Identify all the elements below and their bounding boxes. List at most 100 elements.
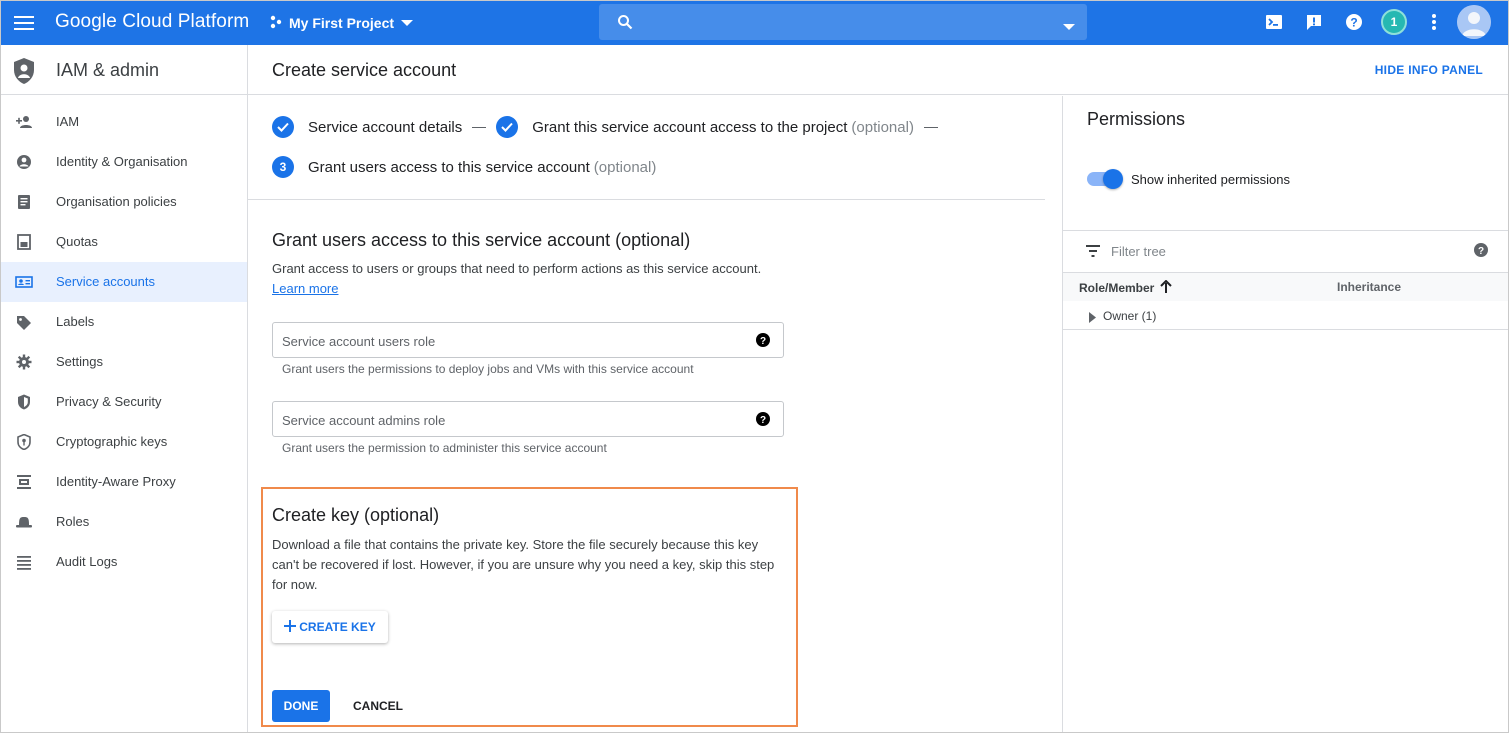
sidebar-item-label: Service accounts bbox=[56, 274, 155, 289]
chevron-down-icon bbox=[400, 15, 414, 31]
step-3-number: 3 bbox=[272, 156, 294, 178]
app-window: Google Cloud Platform My First Project ?… bbox=[0, 0, 1509, 733]
svg-text:?: ? bbox=[1350, 16, 1357, 30]
sidebar-item-settings[interactable]: Settings bbox=[1, 342, 247, 382]
main-content: Service account details Grant this servi… bbox=[248, 96, 1062, 732]
filter-icon bbox=[1085, 244, 1101, 262]
cancel-button[interactable]: CANCEL bbox=[345, 690, 411, 722]
divider bbox=[248, 199, 1045, 200]
proxy-icon bbox=[15, 474, 33, 490]
help-icon[interactable]: ? bbox=[1344, 12, 1366, 34]
learn-more-link[interactable]: Learn more bbox=[272, 281, 338, 296]
caret-right-icon[interactable] bbox=[1089, 310, 1096, 328]
notification-badge[interactable]: 1 bbox=[1381, 9, 1407, 35]
grant-section-description: Grant access to users or groups that nee… bbox=[272, 261, 762, 276]
app-title[interactable]: Google Cloud Platform bbox=[55, 11, 249, 33]
step-3-optional: (optional) bbox=[593, 158, 657, 176]
sidebar-item-identity-aware-proxy[interactable]: Identity-Aware Proxy bbox=[1, 462, 247, 502]
list-icon bbox=[15, 554, 33, 570]
help-icon[interactable]: ? bbox=[755, 332, 771, 348]
inherited-permissions-toggle[interactable] bbox=[1087, 169, 1123, 189]
sidebar-item-iam[interactable]: IAM bbox=[1, 102, 247, 142]
cloud-shell-icon[interactable] bbox=[1264, 12, 1286, 34]
sidebar-item-service-accounts[interactable]: Service accounts bbox=[1, 262, 247, 302]
admins-role-input[interactable] bbox=[282, 410, 742, 430]
sidebar-item-identity-organisation[interactable]: Identity & Organisation bbox=[1, 142, 247, 182]
project-name: My First Project bbox=[289, 15, 395, 31]
sidebar: IAM & admin IAM Identity & Organisation … bbox=[1, 45, 248, 732]
plus-icon bbox=[284, 619, 297, 635]
users-role-input[interactable] bbox=[282, 331, 742, 351]
users-role-field[interactable]: ? bbox=[272, 322, 784, 358]
create-key-description-line: Download a file that contains the privat… bbox=[272, 537, 759, 552]
step-2-label[interactable]: Grant this service account access to the… bbox=[532, 119, 847, 136]
sidebar-item-cryptographic-keys[interactable]: Cryptographic keys bbox=[1, 422, 247, 462]
grant-section-title: Grant users access to this service accou… bbox=[272, 230, 691, 250]
hide-info-panel-button[interactable]: HIDE INFO PANEL bbox=[1375, 63, 1483, 77]
step-3-label: Grant users access to this service accou… bbox=[308, 158, 590, 176]
sidebar-item-organisation-policies[interactable]: Organisation policies bbox=[1, 182, 247, 222]
permissions-title: Permissions bbox=[1087, 109, 1186, 129]
create-key-description-line: can't be recovered if lost. However, if … bbox=[272, 557, 775, 572]
step-connector bbox=[923, 126, 938, 128]
sidebar-header: IAM & admin bbox=[1, 45, 247, 95]
sidebar-item-roles[interactable]: Roles bbox=[1, 502, 247, 542]
label-icon bbox=[15, 314, 33, 330]
column-role-member[interactable]: Role/Member bbox=[1079, 279, 1173, 296]
admins-role-field[interactable]: ? bbox=[272, 401, 784, 437]
check-circle-icon bbox=[496, 116, 519, 138]
filter-tree-input[interactable] bbox=[1111, 240, 1451, 262]
feedback-icon[interactable] bbox=[1304, 12, 1326, 34]
more-vert-icon[interactable] bbox=[1424, 12, 1446, 34]
search-bar[interactable] bbox=[599, 4, 1087, 40]
sidebar-item-label: Organisation policies bbox=[56, 194, 177, 209]
sidebar-item-label: Quotas bbox=[56, 234, 98, 249]
sidebar-item-label: Settings bbox=[56, 354, 103, 369]
column-label: Role/Member bbox=[1079, 281, 1155, 295]
arrow-up-icon bbox=[1160, 279, 1173, 296]
step-2-optional: (optional) bbox=[851, 118, 914, 136]
sidebar-item-privacy-security[interactable]: Privacy & Security bbox=[1, 382, 247, 422]
search-icon bbox=[617, 14, 633, 35]
create-key-label: CREATE KEY bbox=[299, 620, 376, 634]
row-label: Owner (1) bbox=[1103, 309, 1157, 323]
sidebar-item-label: Labels bbox=[56, 314, 95, 329]
top-bar: Google Cloud Platform My First Project ?… bbox=[1, 1, 1508, 45]
iam-shield-icon bbox=[12, 57, 36, 90]
sidebar-item-label: Audit Logs bbox=[56, 554, 118, 569]
info-panel: Permissions Show inherited permissions ?… bbox=[1062, 96, 1508, 732]
sidebar-item-audit-logs[interactable]: Audit Logs bbox=[1, 542, 247, 582]
account-avatar[interactable] bbox=[1457, 5, 1491, 39]
service-account-icon bbox=[15, 274, 33, 290]
create-key-title: Create key (optional) bbox=[272, 505, 440, 525]
check-circle-icon bbox=[272, 116, 294, 138]
sidebar-item-label: Privacy & Security bbox=[56, 394, 162, 409]
divider bbox=[1063, 272, 1508, 273]
done-button[interactable]: DONE bbox=[272, 690, 330, 722]
create-key-button[interactable]: CREATE KEY bbox=[272, 611, 388, 643]
account-circle-icon bbox=[15, 154, 33, 170]
menu-icon[interactable] bbox=[13, 12, 35, 34]
step-connector bbox=[472, 126, 487, 128]
sidebar-item-quotas[interactable]: Quotas bbox=[1, 222, 247, 262]
search-dropdown-icon[interactable] bbox=[1063, 18, 1075, 36]
sidebar-item-label: Cryptographic keys bbox=[56, 434, 168, 449]
svg-text:?: ? bbox=[1478, 246, 1484, 257]
project-icon bbox=[269, 15, 283, 32]
sidebar-item-label: IAM bbox=[56, 114, 80, 129]
project-selector[interactable]: My First Project bbox=[269, 10, 414, 36]
create-key-section: Create key (optional) Download a file th… bbox=[261, 487, 798, 727]
page-title: Create service account bbox=[272, 60, 457, 80]
shield-icon bbox=[15, 394, 33, 410]
toggle-knob bbox=[1103, 169, 1123, 189]
help-icon[interactable]: ? bbox=[1473, 242, 1489, 263]
divider bbox=[1063, 230, 1508, 231]
svg-text:?: ? bbox=[760, 336, 766, 347]
search-input[interactable] bbox=[643, 10, 1043, 34]
help-icon[interactable]: ? bbox=[755, 411, 771, 427]
permissions-table-header: Role/Member Inheritance bbox=[1063, 272, 1508, 301]
sidebar-item-labels[interactable]: Labels bbox=[1, 302, 247, 342]
table-row[interactable]: Owner (1) bbox=[1063, 301, 1508, 330]
sidebar-item-label: Identity-Aware Proxy bbox=[56, 474, 176, 489]
step-1-label[interactable]: Service account details bbox=[308, 119, 462, 136]
